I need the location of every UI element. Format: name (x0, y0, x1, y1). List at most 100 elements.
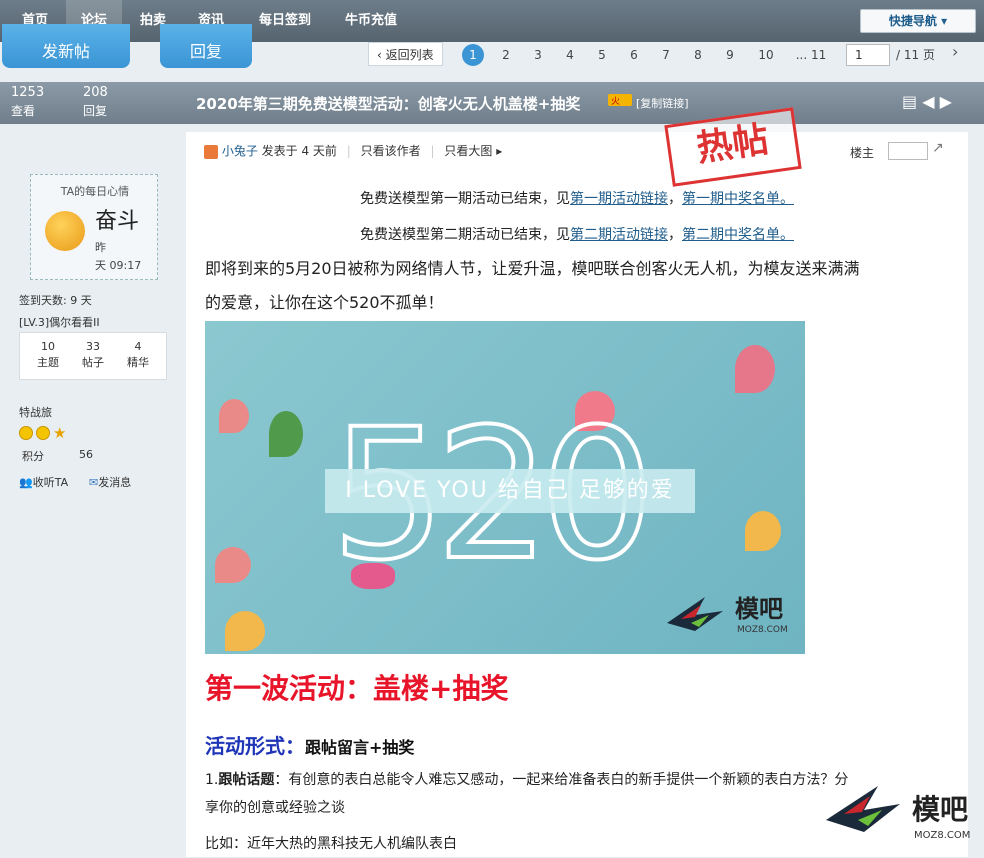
logo-cn: 模吧 (735, 595, 783, 623)
points-value: 56 (79, 448, 93, 461)
user-level: [LV.3]偶尔看看II (19, 316, 100, 329)
section-heading-1: 第一波活动：盖楼+抽奖 (205, 672, 509, 705)
page-3[interactable]: 3 (527, 44, 549, 66)
stat-posts[interactable]: 33 帖子 (71, 339, 115, 371)
phase2-link[interactable]: 第二期活动链接 (570, 227, 668, 243)
page-last[interactable]: ... 11 (788, 44, 834, 66)
mood-header: TA的每日心情 (60, 185, 130, 198)
play-icon: ▸ (496, 144, 503, 158)
stat-label: 主题 (37, 356, 59, 369)
stat-value: 10 (41, 340, 55, 353)
rule-num: 1. (205, 772, 219, 788)
mood-word: 奋斗 (95, 209, 140, 234)
print-icon[interactable]: ▤ (902, 92, 917, 111)
phase2-winners-link[interactable]: 第二期中奖名单。 (682, 227, 794, 243)
logo-cn: 模吧 (912, 793, 969, 826)
nav-checkin[interactable]: 每日签到 (248, 0, 322, 42)
floor-jump-input[interactable] (888, 142, 928, 160)
replies-label: 回复 (83, 104, 108, 118)
rule-text: ：有创意的表白总能令人难忘又感动，一起来给准备表白的新手提供一个新颖的表白方法？… (274, 772, 849, 788)
event-banner-image[interactable]: 520 I LOVE YOU 给自己 足够的爱 模吧 MOZ8.COM (205, 321, 805, 654)
petal-icon (735, 345, 775, 393)
follow-link[interactable]: 👥收听TA (19, 474, 68, 490)
floor-label: 楼主 (850, 146, 875, 160)
replies-count: 208 (83, 85, 108, 100)
thread-tools: ▤ ◀ ▶ (902, 92, 952, 111)
stat-label: 精华 (127, 356, 149, 369)
thread-title: 2020年第三期免费送模型活动：创客火无人机盖楼+抽奖 (196, 95, 581, 113)
phase1-winners-link[interactable]: 第一期中奖名单。 (682, 191, 794, 207)
page-6[interactable]: 6 (623, 44, 645, 66)
daily-mood-box: TA的每日心情 奋斗 昨 天 09:17 (30, 174, 158, 280)
stat-digest[interactable]: 4 精华 (116, 339, 160, 371)
message-label: 发消息 (98, 476, 132, 489)
notice-text: 免费送模型第二期活动已结束，见 (360, 227, 570, 243)
next-thread-icon[interactable]: ▶ (940, 92, 952, 111)
back-to-list-button[interactable]: ‹ 返回列表 (368, 42, 443, 66)
page-10[interactable]: 10 (752, 44, 780, 66)
views-label: 查看 (11, 104, 36, 118)
fire-badge-icon: 火 (608, 93, 632, 110)
views-stat: 1253 查看 (11, 84, 44, 120)
banner-ribbon: I LOVE YOU 给自己 足够的爱 (325, 469, 695, 513)
quick-nav-button[interactable]: 快捷导航 ▾ (860, 9, 976, 33)
users-icon: 👥 (19, 476, 33, 489)
envelope-icon: ✉ (89, 476, 99, 489)
prev-thread-icon[interactable]: ◀ (922, 92, 934, 111)
post-time: 发表于 4 天前 (261, 144, 337, 158)
notice-sep: ， (668, 227, 682, 243)
page-9[interactable]: 9 (719, 44, 741, 66)
points-label: 积分 (22, 450, 44, 463)
leaf-icon (269, 411, 303, 457)
mood-time-1: 昨 (95, 241, 106, 254)
page-8[interactable]: 8 (687, 44, 709, 66)
follow-label: 收听TA (32, 476, 69, 489)
notice-line-2: 免费送模型第二期活动已结束，见第二期活动链接，第二期中奖名单。 (186, 224, 968, 244)
thread-toolbar: 发新帖 回复 ‹ 返回列表 1 2 3 4 5 6 7 8 9 10 ... 1… (0, 24, 984, 82)
petal-icon (745, 511, 781, 551)
page-5[interactable]: 5 (591, 44, 613, 66)
notice-sep: ， (668, 191, 682, 207)
petal-icon (225, 611, 265, 651)
star-icon: ★ (53, 424, 67, 442)
rule-title: 跟帖话题 (218, 772, 275, 788)
page-2[interactable]: 2 (495, 44, 517, 66)
separator: | (346, 144, 351, 158)
phase1-link[interactable]: 第一期活动链接 (570, 191, 668, 207)
big-image-link[interactable]: 只看大图 (444, 144, 492, 158)
stat-threads[interactable]: 10 主题 (26, 339, 70, 371)
back-label: 返回列表 (385, 48, 434, 62)
author-stats: 10 主题 33 帖子 4 精华 (19, 332, 167, 380)
stat-value: 33 (86, 340, 100, 353)
separator: | (430, 144, 435, 158)
intro-line-2: 的爱意，让你在这个520不孤单！ (205, 293, 444, 312)
user-group: 特战旅 (19, 406, 52, 419)
smiley-icon (19, 426, 33, 440)
heading2-label: 活动形式： (205, 734, 305, 758)
page-jump-input[interactable]: 1 (846, 44, 890, 66)
replies-stat: 208 回复 (83, 84, 108, 120)
stat-value: 4 (134, 340, 142, 353)
next-page-icon[interactable]: › (952, 42, 958, 61)
page-1[interactable]: 1 (462, 44, 484, 66)
petal-icon (215, 547, 251, 583)
only-author-link[interactable]: 只看该作者 (361, 144, 421, 158)
mood-face-icon (45, 211, 85, 251)
checkin-days: 签到天数: 9 天 (19, 294, 92, 307)
notice-line-1: 免费送模型第一期活动已结束，见第一期活动链接，第一期中奖名单。 (186, 188, 968, 208)
message-link[interactable]: ✉发消息 (89, 474, 131, 490)
page-4[interactable]: 4 (559, 44, 581, 66)
svg-text:火: 火 (611, 96, 620, 107)
author-name-link[interactable]: 小兔子 (222, 144, 258, 158)
logo-en: MOZ8.COM (737, 625, 788, 635)
intro-line-1: 即将到来的5月20日被称为网络情人节，让爱升温，模吧联合创客火无人机，为模友送来… (205, 259, 860, 278)
page-7[interactable]: 7 (655, 44, 677, 66)
reply-button[interactable]: 回复 (160, 24, 252, 68)
heading2-value: 跟帖留言+抽奖 (305, 738, 415, 757)
lips-icon (351, 563, 395, 589)
logo-en: MOZ8.COM (914, 830, 971, 841)
new-post-button[interactable]: 发新帖 (2, 24, 130, 68)
bird-logo-icon (826, 786, 900, 832)
jump-arrow-icon[interactable]: ↗ (932, 140, 944, 156)
copy-link-button[interactable]: [复制链接] (636, 95, 689, 111)
